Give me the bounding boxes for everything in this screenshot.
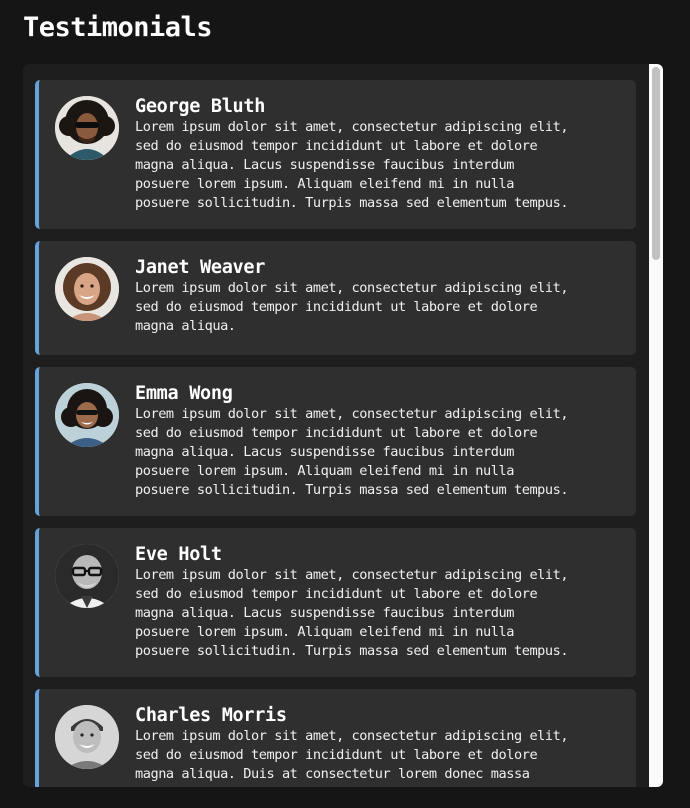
scrollbar[interactable] xyxy=(649,64,663,787)
testimonial-name: Janet Weaver xyxy=(135,257,266,278)
avatar-image xyxy=(55,96,119,160)
testimonial-card: Eve Holt Lorem ipsum dolor sit amet, con… xyxy=(35,528,636,677)
testimonial-text: Lorem ipsum dolor sit amet, consectetur … xyxy=(135,280,569,334)
testimonial-text: Lorem ipsum dolor sit amet, consectetur … xyxy=(135,406,569,498)
testimonials-panel: George Bluth Lorem ipsum dolor sit amet,… xyxy=(23,64,663,787)
testimonial-card: Janet Weaver Lorem ipsum dolor sit amet,… xyxy=(35,241,636,355)
avatar xyxy=(55,96,119,160)
avatar xyxy=(55,705,119,769)
testimonial-name: Emma Wong xyxy=(135,383,233,404)
testimonials-list: George Bluth Lorem ipsum dolor sit amet,… xyxy=(35,80,636,787)
testimonial-text: Lorem ipsum dolor sit amet, consectetur … xyxy=(135,728,569,782)
testimonial-card: George Bluth Lorem ipsum dolor sit amet,… xyxy=(35,80,636,229)
avatar xyxy=(55,544,119,608)
testimonial-text: Lorem ipsum dolor sit amet, consectetur … xyxy=(135,567,569,659)
avatar-image xyxy=(55,383,119,447)
page-title: Testimonials xyxy=(23,12,213,43)
avatar xyxy=(55,257,119,321)
testimonial-name: Eve Holt xyxy=(135,544,222,565)
testimonial-card: Charles Morris Lorem ipsum dolor sit ame… xyxy=(35,689,636,787)
testimonial-text: Lorem ipsum dolor sit amet, consectetur … xyxy=(135,119,569,211)
testimonial-card: Emma Wong Lorem ipsum dolor sit amet, co… xyxy=(35,367,636,516)
testimonial-name: Charles Morris xyxy=(135,705,287,726)
scrollbar-thumb[interactable] xyxy=(652,67,660,260)
avatar xyxy=(55,383,119,447)
testimonial-name: George Bluth xyxy=(135,96,266,117)
avatar-image xyxy=(55,544,119,608)
avatar-image xyxy=(55,257,119,321)
avatar-image xyxy=(55,705,119,769)
